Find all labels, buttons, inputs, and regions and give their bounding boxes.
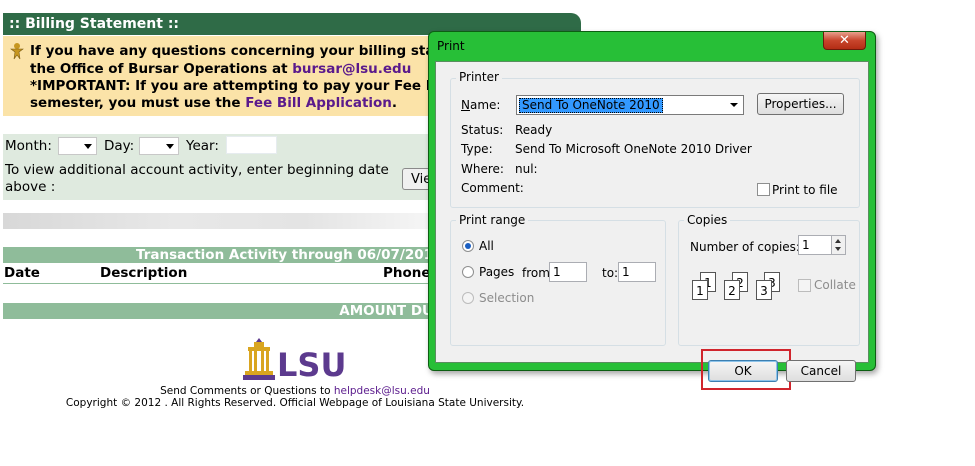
divider bbox=[3, 283, 433, 284]
date-help-line-2: above : bbox=[5, 179, 56, 195]
svg-text:LSU: LSU bbox=[277, 346, 346, 382]
collate-page-icon: 3 bbox=[756, 280, 772, 300]
selected-printer: Send To OneNote 2010 bbox=[519, 98, 663, 113]
ok-button[interactable]: OK bbox=[708, 360, 778, 382]
all-radio[interactable] bbox=[462, 240, 474, 252]
helpdesk-email-link[interactable]: helpdesk@lsu.edu bbox=[334, 385, 430, 397]
notice-line-4-suffix: . bbox=[391, 95, 398, 111]
dialog-title: Print bbox=[437, 39, 465, 53]
status-label: Status: bbox=[461, 123, 504, 137]
person-info-icon bbox=[10, 43, 24, 60]
column-date: Date bbox=[4, 265, 40, 281]
from-input[interactable]: 1 bbox=[549, 262, 587, 282]
spin-down-icon bbox=[835, 247, 841, 251]
pages-label: Pages bbox=[479, 265, 515, 279]
redacted-info-bar bbox=[3, 213, 433, 229]
spin-up-icon bbox=[835, 239, 841, 243]
status-value: Ready bbox=[515, 123, 553, 137]
pages-radio[interactable] bbox=[462, 266, 474, 278]
day-select[interactable] bbox=[139, 137, 179, 155]
print-to-file-checkbox[interactable] bbox=[757, 183, 770, 196]
footer-comments: Send Comments or Questions to helpdesk@l… bbox=[0, 385, 590, 397]
selection-radio[interactable] bbox=[462, 292, 474, 304]
column-phone: Phone bbox=[383, 265, 431, 281]
lsu-logo: LSU bbox=[243, 338, 346, 382]
bursar-email-link[interactable]: bursar@lsu.edu bbox=[292, 61, 411, 77]
notice-line-2-text: the Office of Bursar Operations at bbox=[30, 61, 293, 77]
dialog-content: Printer Name: Send To OneNote 2010 Prope… bbox=[435, 61, 869, 390]
amount-due-header: AMOUNT DU bbox=[3, 303, 433, 319]
month-label: Month: bbox=[5, 138, 52, 154]
comment-label: Comment: bbox=[461, 181, 524, 195]
collate-label: Collate bbox=[814, 278, 856, 292]
fee-bill-application-link[interactable]: Fee Bill Application bbox=[245, 95, 392, 111]
year-input[interactable] bbox=[226, 136, 277, 154]
print-range-label: Print range bbox=[456, 213, 529, 227]
day-label: Day: bbox=[104, 138, 135, 154]
print-dialog: Print ✕ Printer Name: Send To OneNote 20… bbox=[428, 31, 876, 390]
printer-select[interactable]: Send To OneNote 2010 bbox=[516, 95, 744, 115]
type-label: Type: bbox=[461, 142, 493, 156]
print-to-file-label: Print to file bbox=[772, 183, 838, 197]
to-input[interactable]: 1 bbox=[618, 262, 656, 282]
notice-line-1: If you have any questions concerning you… bbox=[30, 43, 451, 59]
year-label: Year: bbox=[186, 138, 219, 154]
selection-label: Selection bbox=[479, 291, 535, 305]
footer-copyright: Copyright © 2012 . All Rights Reserved. … bbox=[65, 397, 525, 409]
all-label: All bbox=[479, 239, 494, 253]
month-select[interactable] bbox=[58, 137, 97, 155]
copies-spinner[interactable] bbox=[831, 235, 846, 255]
copies-input[interactable]: 1 bbox=[798, 235, 834, 255]
chevron-down-icon bbox=[166, 144, 174, 149]
notice-line-4: semester, you must use the Fee Bill Appl… bbox=[30, 95, 397, 111]
collate-page-icon: 1 bbox=[692, 280, 708, 300]
footer-comments-text: Send Comments or Questions to bbox=[160, 385, 334, 397]
transaction-activity-header: Transaction Activity through 06/07/201 bbox=[3, 247, 433, 263]
chevron-down-icon bbox=[730, 103, 738, 107]
notice-line-2: the Office of Bursar Operations at bursa… bbox=[30, 61, 411, 77]
collate-checkbox[interactable] bbox=[798, 279, 811, 292]
where-label: Where: bbox=[461, 162, 504, 176]
collate-page-icon: 2 bbox=[724, 280, 740, 300]
number-of-copies-label: Number of copies: bbox=[690, 240, 800, 254]
date-help-line-1: To view additional account activity, ent… bbox=[5, 162, 389, 178]
properties-button[interactable]: Properties... bbox=[757, 93, 844, 115]
notice-line-3: *IMPORTANT: If you are attempting to pay… bbox=[30, 78, 450, 94]
close-button[interactable]: ✕ bbox=[823, 32, 866, 50]
where-value: nul: bbox=[515, 162, 538, 176]
copies-label: Copies bbox=[684, 213, 731, 227]
close-icon: ✕ bbox=[839, 33, 850, 48]
notice-line-4-text: semester, you must use the bbox=[30, 95, 246, 111]
collate-illustration: 1 1 2 2 3 3 bbox=[690, 272, 800, 306]
column-description: Description bbox=[100, 265, 188, 281]
printer-group-label: Printer bbox=[456, 70, 502, 84]
cancel-button[interactable]: Cancel bbox=[786, 360, 856, 382]
name-label: Name: bbox=[461, 98, 501, 112]
type-value: Send To Microsoft OneNote 2010 Driver bbox=[515, 142, 752, 156]
to-label: to: bbox=[602, 266, 619, 280]
chevron-down-icon bbox=[84, 144, 92, 149]
